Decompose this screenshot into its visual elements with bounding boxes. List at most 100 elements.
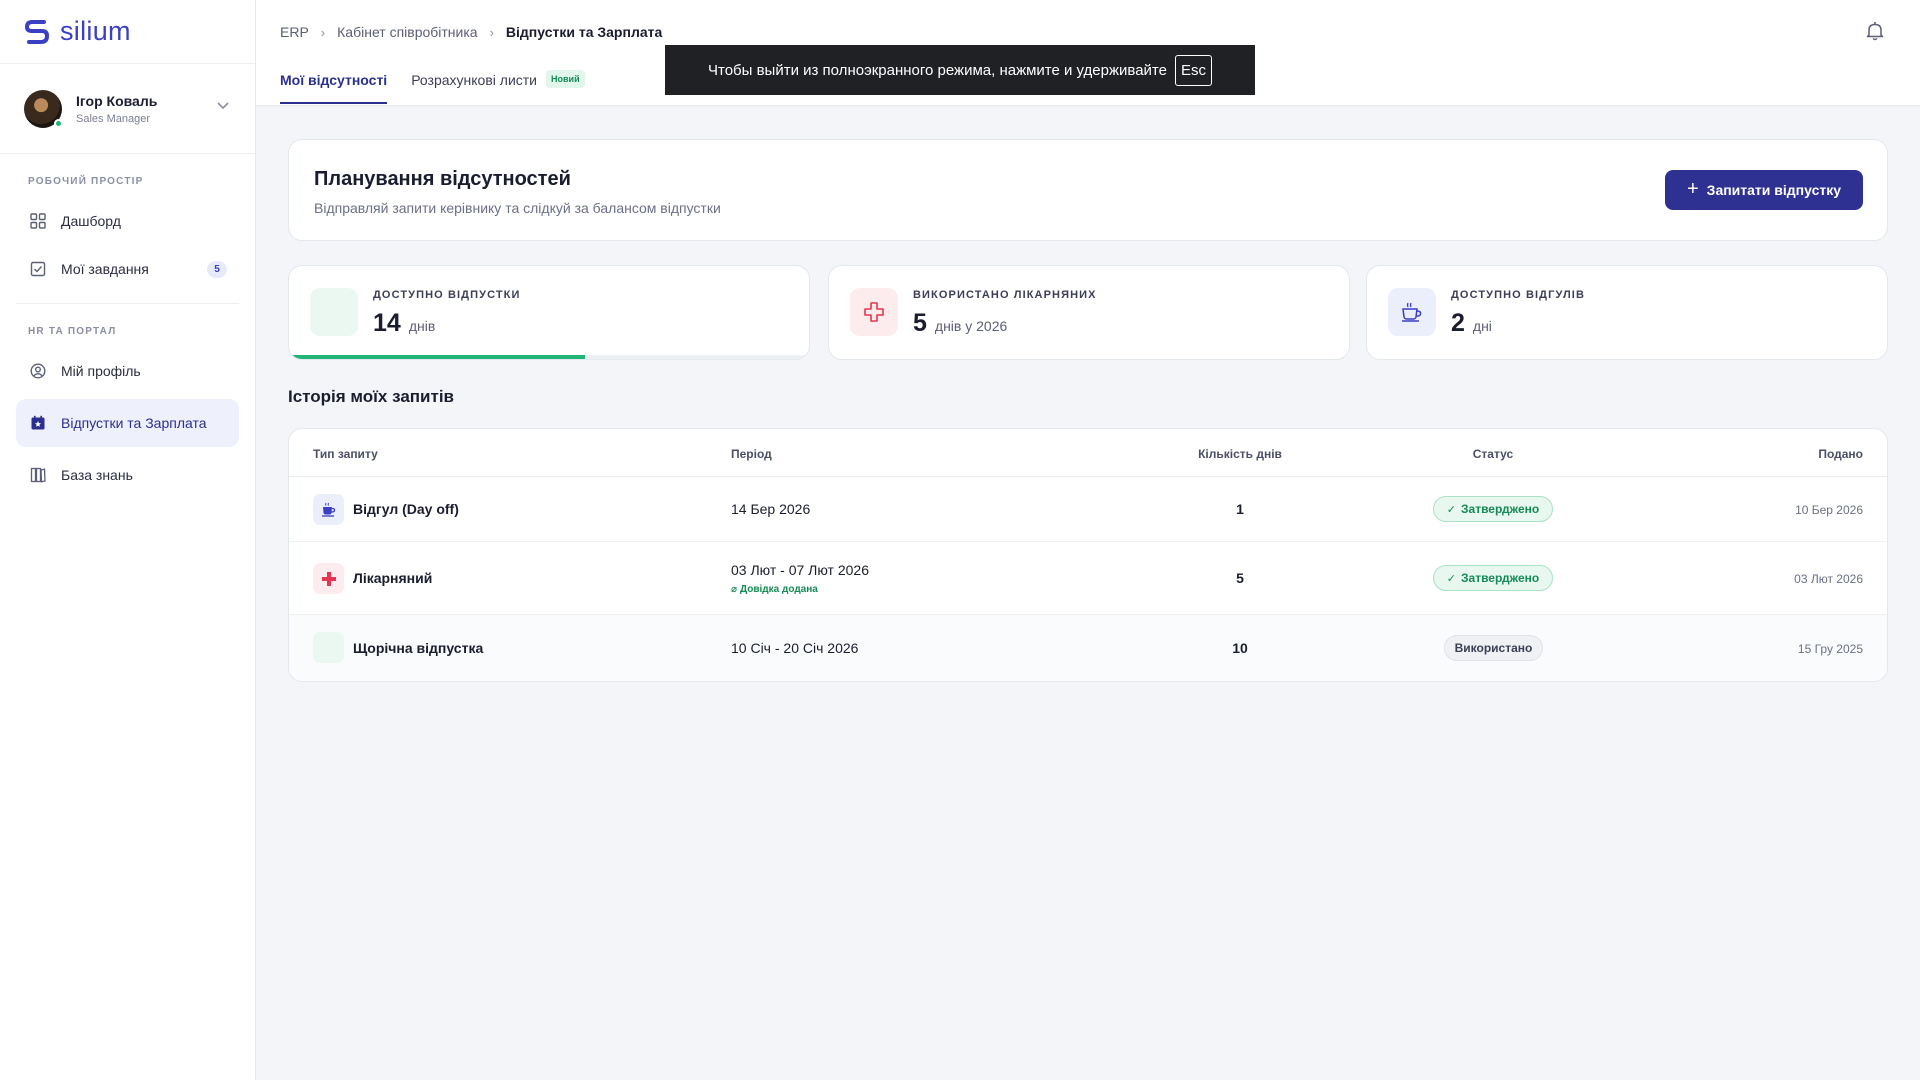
- user-menu[interactable]: Ігор Коваль Sales Manager: [0, 64, 255, 154]
- stat-label: ДОСТУПНО ВІДГУЛІВ: [1451, 289, 1586, 301]
- sidebar: silium Ігор Коваль Sales Manager РОБОЧИЙ…: [0, 0, 256, 1080]
- request-submitted-date: 10 Бер 2026: [1795, 503, 1863, 517]
- fullscreen-exit-toast: Чтобы выйти из полноэкранного режима, на…: [665, 45, 1255, 95]
- section-label-workspace: РОБОЧИЙ ПРОСТІР: [28, 176, 144, 187]
- request-submitted-date: 03 Лют 2026: [1794, 572, 1863, 586]
- bell-icon[interactable]: [1864, 20, 1886, 42]
- sidebar-item-knowledge-base[interactable]: База знань: [16, 451, 239, 499]
- request-period: 03 Лют - 07 Лют 2026: [731, 562, 869, 578]
- attachment-note-label: Довідка додана: [740, 584, 818, 595]
- status-badge: ✓ Затверджено: [1433, 496, 1553, 522]
- tabs: Мої відсутності Розрахункові листи Новий: [280, 62, 609, 106]
- tab-label: Розрахункові листи: [411, 72, 538, 88]
- stat-card-days-off: ДОСТУПНО ВІДГУЛІВ 2 дні: [1366, 265, 1888, 360]
- new-badge: Новий: [546, 70, 585, 88]
- plus-icon: +: [1686, 177, 1699, 200]
- column-header-status: Статус: [1472, 447, 1514, 461]
- grid-icon: [29, 212, 47, 230]
- stat-unit: днів: [408, 318, 436, 334]
- page-subtitle: Відправляй запити керівнику та слідкуй з…: [314, 200, 721, 216]
- chevron-down-icon[interactable]: [217, 102, 229, 110]
- logo[interactable]: silium: [0, 0, 255, 64]
- attachment-note[interactable]: ⌀ Довідка додана: [731, 584, 818, 595]
- medical-cross-icon: [850, 288, 898, 336]
- toast-text: Чтобы выйти из полноэкранного режима, на…: [708, 61, 1167, 79]
- breadcrumb-item-current: Відпустки та Зарплата: [505, 24, 663, 40]
- breadcrumb: ERP › Кабінет співробітника › Відпустки …: [280, 24, 662, 40]
- tab-payslips[interactable]: Розрахункові листи Новий: [411, 62, 585, 106]
- profile-icon: [29, 362, 47, 380]
- stat-value: 5 днів у 2026: [913, 309, 1007, 338]
- stat-card-vacation: ДОСТУПНО ВІДПУСТКИ 14 днів: [288, 265, 810, 360]
- stat-label: ВИКОРИСТАНО ЛІКАРНЯНИХ: [913, 289, 1097, 301]
- request-period: 14 Бер 2026: [731, 501, 811, 517]
- column-header-period: Період: [731, 447, 772, 461]
- sidebar-item-vacations-salary[interactable]: Відпустки та Зарплата: [16, 399, 239, 447]
- sidebar-item-label: Дашборд: [61, 213, 121, 229]
- sidebar-item-label: Мій профіль: [61, 363, 141, 379]
- breadcrumb-item-erp[interactable]: ERP: [280, 24, 309, 40]
- table-row[interactable]: Лікарняний 03 Лют - 07 Лют 2026 ⌀ Довідк…: [289, 542, 1887, 615]
- tasks-icon: [29, 260, 47, 278]
- request-submitted-date: 15 Гру 2025: [1797, 642, 1863, 656]
- request-days: 5: [1236, 570, 1244, 586]
- avatar: [24, 89, 63, 128]
- page-title: Планування відсутностей: [314, 168, 571, 190]
- stat-value: 14 днів: [373, 309, 435, 338]
- section-label-hr: HR ТА ПОРТАЛ: [28, 326, 117, 337]
- column-header-type: Тип запиту: [313, 447, 378, 461]
- esc-key: Esc: [1174, 54, 1212, 86]
- stat-value: 2 дні: [1451, 309, 1492, 338]
- request-period: 10 Січ - 20 Січ 2026: [731, 640, 859, 656]
- sidebar-item-dashboard[interactable]: Дашборд: [16, 197, 239, 245]
- online-indicator: [54, 118, 63, 128]
- status-label: Затверджено: [1461, 502, 1540, 516]
- tab-my-absences[interactable]: Мої відсутності: [280, 62, 388, 106]
- request-days: 1: [1236, 501, 1244, 517]
- request-days: 10: [1232, 640, 1248, 656]
- table-row[interactable]: Щорічна відпустка 10 Січ - 20 Січ 2026 1…: [289, 615, 1887, 681]
- column-header-days: Кількість днів: [1198, 447, 1282, 461]
- breadcrumb-item-employee-cabinet[interactable]: Кабінет співробітника: [337, 24, 477, 40]
- logo-icon: [24, 19, 50, 44]
- history-title: Історія моїх запитів: [288, 387, 455, 406]
- status-badge: ✓ Затверджено: [1433, 565, 1553, 591]
- user-role: Sales Manager: [76, 112, 150, 125]
- coffee-icon: [313, 494, 344, 525]
- vacation-icon: [313, 632, 344, 663]
- user-name: Ігор Коваль: [76, 92, 158, 109]
- status-label: Затверджено: [1461, 571, 1540, 585]
- vacation-progress-bar: [289, 355, 809, 359]
- paperclip-icon: ⌀: [731, 584, 738, 595]
- stat-number: 14: [373, 309, 401, 337]
- stat-label: ДОСТУПНО ВІДПУСТКИ: [373, 289, 521, 301]
- tasks-count-badge: 5: [207, 261, 227, 278]
- sidebar-item-profile[interactable]: Мій профіль: [16, 347, 239, 395]
- logo-text: silium: [60, 16, 131, 46]
- stat-card-sick-leave: ВИКОРИСТАНО ЛІКАРНЯНИХ 5 днів у 2026: [828, 265, 1350, 360]
- request-type: Лікарняний: [353, 570, 433, 586]
- stat-unit: днів у 2026: [934, 318, 1008, 334]
- stat-number: 5: [913, 309, 927, 337]
- book-icon: [29, 466, 47, 484]
- status-label: Використано: [1454, 641, 1533, 655]
- column-header-submitted: Подано: [1818, 447, 1863, 461]
- request-vacation-button[interactable]: + Запитати відпустку: [1665, 170, 1863, 210]
- medical-cross-icon: [313, 563, 344, 594]
- tab-label: Мої відсутності: [280, 72, 388, 88]
- sidebar-item-label: База знань: [61, 467, 133, 483]
- sidebar-item-tasks[interactable]: Мої завдання 5: [16, 245, 239, 293]
- table-header: Тип запиту Період Кількість днів Статус …: [289, 429, 1887, 477]
- check-icon: ✓: [1446, 503, 1456, 516]
- check-icon: ✓: [1446, 572, 1456, 585]
- button-label: Запитати відпустку: [1706, 182, 1841, 198]
- stat-unit: дні: [1472, 318, 1492, 334]
- table-row[interactable]: Відгул (Day off) 14 Бер 2026 1 ✓ Затверд…: [289, 477, 1887, 542]
- requests-table: Тип запиту Період Кількість днів Статус …: [288, 428, 1888, 682]
- chevron-right-icon: ›: [320, 24, 326, 40]
- sidebar-item-label: Мої завдання: [61, 261, 149, 277]
- sidebar-item-label: Відпустки та Зарплата: [61, 415, 207, 431]
- stat-number: 2: [1451, 309, 1465, 337]
- progress-fill: [289, 355, 586, 359]
- chevron-right-icon: ›: [489, 24, 494, 40]
